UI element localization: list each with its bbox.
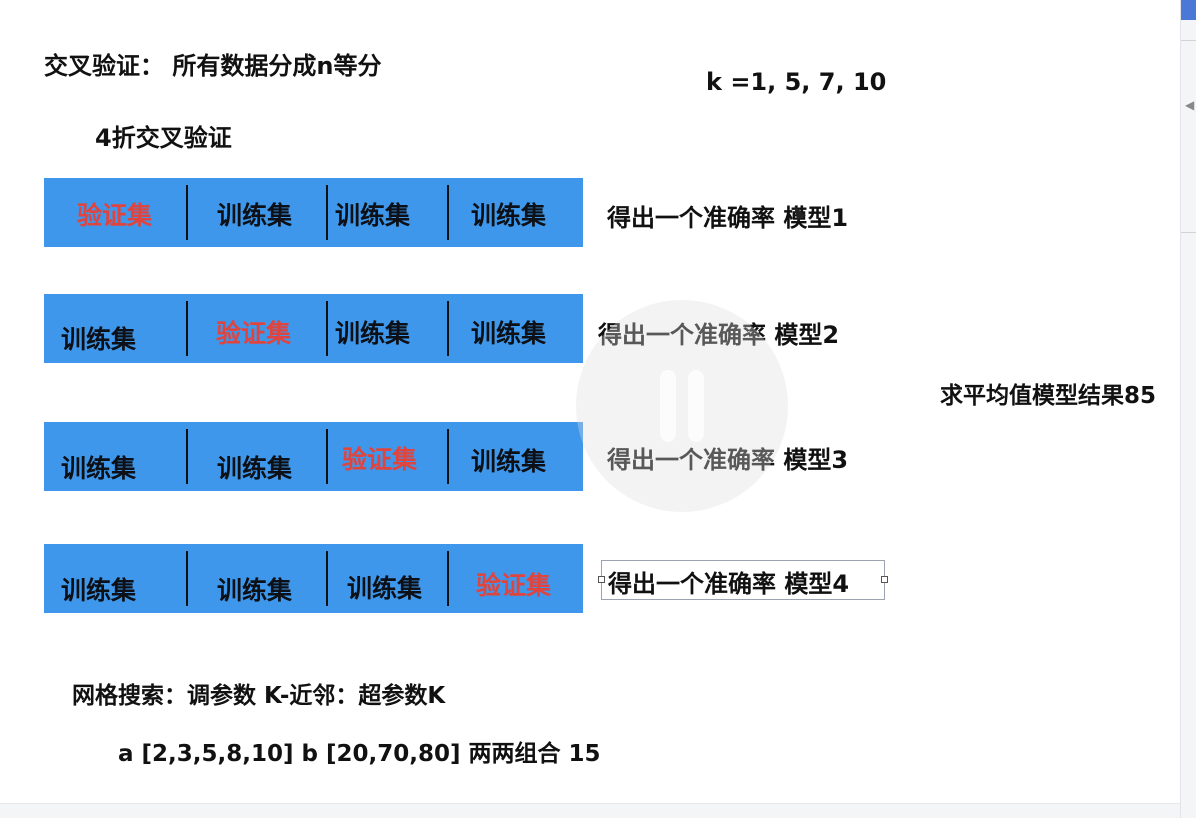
fold-4-cell-4: 验证集 [476, 571, 552, 600]
fold-1-result: 得出一个准确率 模型1 [607, 204, 849, 232]
pause-icon[interactable] [576, 300, 788, 512]
grid-search-line: 网格搜索：调参数 K-近邻：超参数K [72, 683, 446, 709]
fold-1-cell-2: 训练集 [217, 201, 293, 230]
fold-2-cell-4: 训练集 [471, 319, 547, 348]
k-values-label: k =1, 5, 7, 10 [706, 68, 887, 96]
fold-1-cell-3: 训练集 [335, 201, 411, 230]
fold-1-divider-1 [186, 185, 188, 240]
side-panel-strip[interactable]: ◀ [1180, 0, 1196, 818]
fold-3-divider-3 [447, 429, 449, 484]
fold-bar-4: 训练集 训练集 训练集 验证集 [44, 544, 583, 613]
fold-2-divider-2 [326, 301, 328, 356]
fold-2-cell-1: 训练集 [61, 325, 137, 354]
fold-3-divider-1 [186, 429, 188, 484]
fold-1-divider-3 [447, 185, 449, 240]
fold-1-divider-2 [326, 185, 328, 240]
fold-3-cell-4: 训练集 [471, 447, 547, 476]
fold-3-cell-3: 验证集 [342, 445, 418, 474]
fold-1-cell-1: 验证集 [77, 201, 153, 230]
side-panel-accent [1181, 0, 1196, 20]
fold-3-divider-2 [326, 429, 328, 484]
side-panel-separator [1181, 232, 1196, 233]
fold-4-cell-2: 训练集 [217, 576, 293, 605]
fold-bar-3: 训练集 训练集 验证集 训练集 [44, 422, 583, 491]
fold-2-divider-3 [447, 301, 449, 356]
pause-bar-left [660, 370, 676, 442]
average-result-label: 求平均值模型结果85 [940, 383, 1157, 409]
fold-4-cell-1: 训练集 [61, 576, 137, 605]
fold-bar-2: 训练集 验证集 训练集 训练集 [44, 294, 583, 363]
fold-2-cell-2: 验证集 [216, 319, 292, 348]
resize-handle-right[interactable] [881, 576, 888, 583]
fold-4-divider-2 [326, 551, 328, 606]
resize-handle-left[interactable] [598, 576, 605, 583]
fold-3-cell-1: 训练集 [61, 454, 137, 483]
pause-bar-right [688, 370, 704, 442]
bottom-edge-strip [0, 803, 1180, 818]
side-panel-separator [1181, 40, 1196, 41]
slide-canvas: 交叉验证： 所有数据分成n等分 k =1, 5, 7, 10 4折交叉验证 验证… [0, 0, 1196, 818]
fold-2-cell-3: 训练集 [335, 319, 411, 348]
fold-1-cell-4: 训练集 [471, 201, 547, 230]
cross-validation-title: 交叉验证： 所有数据分成n等分 [44, 52, 382, 80]
fold-3-cell-2: 训练集 [217, 454, 293, 483]
fold-2-divider-1 [186, 301, 188, 356]
fold-4-divider-3 [447, 551, 449, 606]
fold-4-result[interactable]: 得出一个准确率 模型4 [608, 564, 849, 599]
fold-4-divider-1 [186, 551, 188, 606]
fold-count-subtitle: 4折交叉验证 [95, 124, 232, 152]
fold-4-cell-3: 训练集 [347, 574, 423, 603]
fold-bar-1: 验证集 训练集 训练集 训练集 [44, 178, 583, 247]
parameter-combination-line: a [2,3,5,8,10] b [20,70,80] 两两组合 15 [118, 741, 601, 767]
collapse-arrow-icon[interactable]: ◀ [1185, 98, 1194, 112]
